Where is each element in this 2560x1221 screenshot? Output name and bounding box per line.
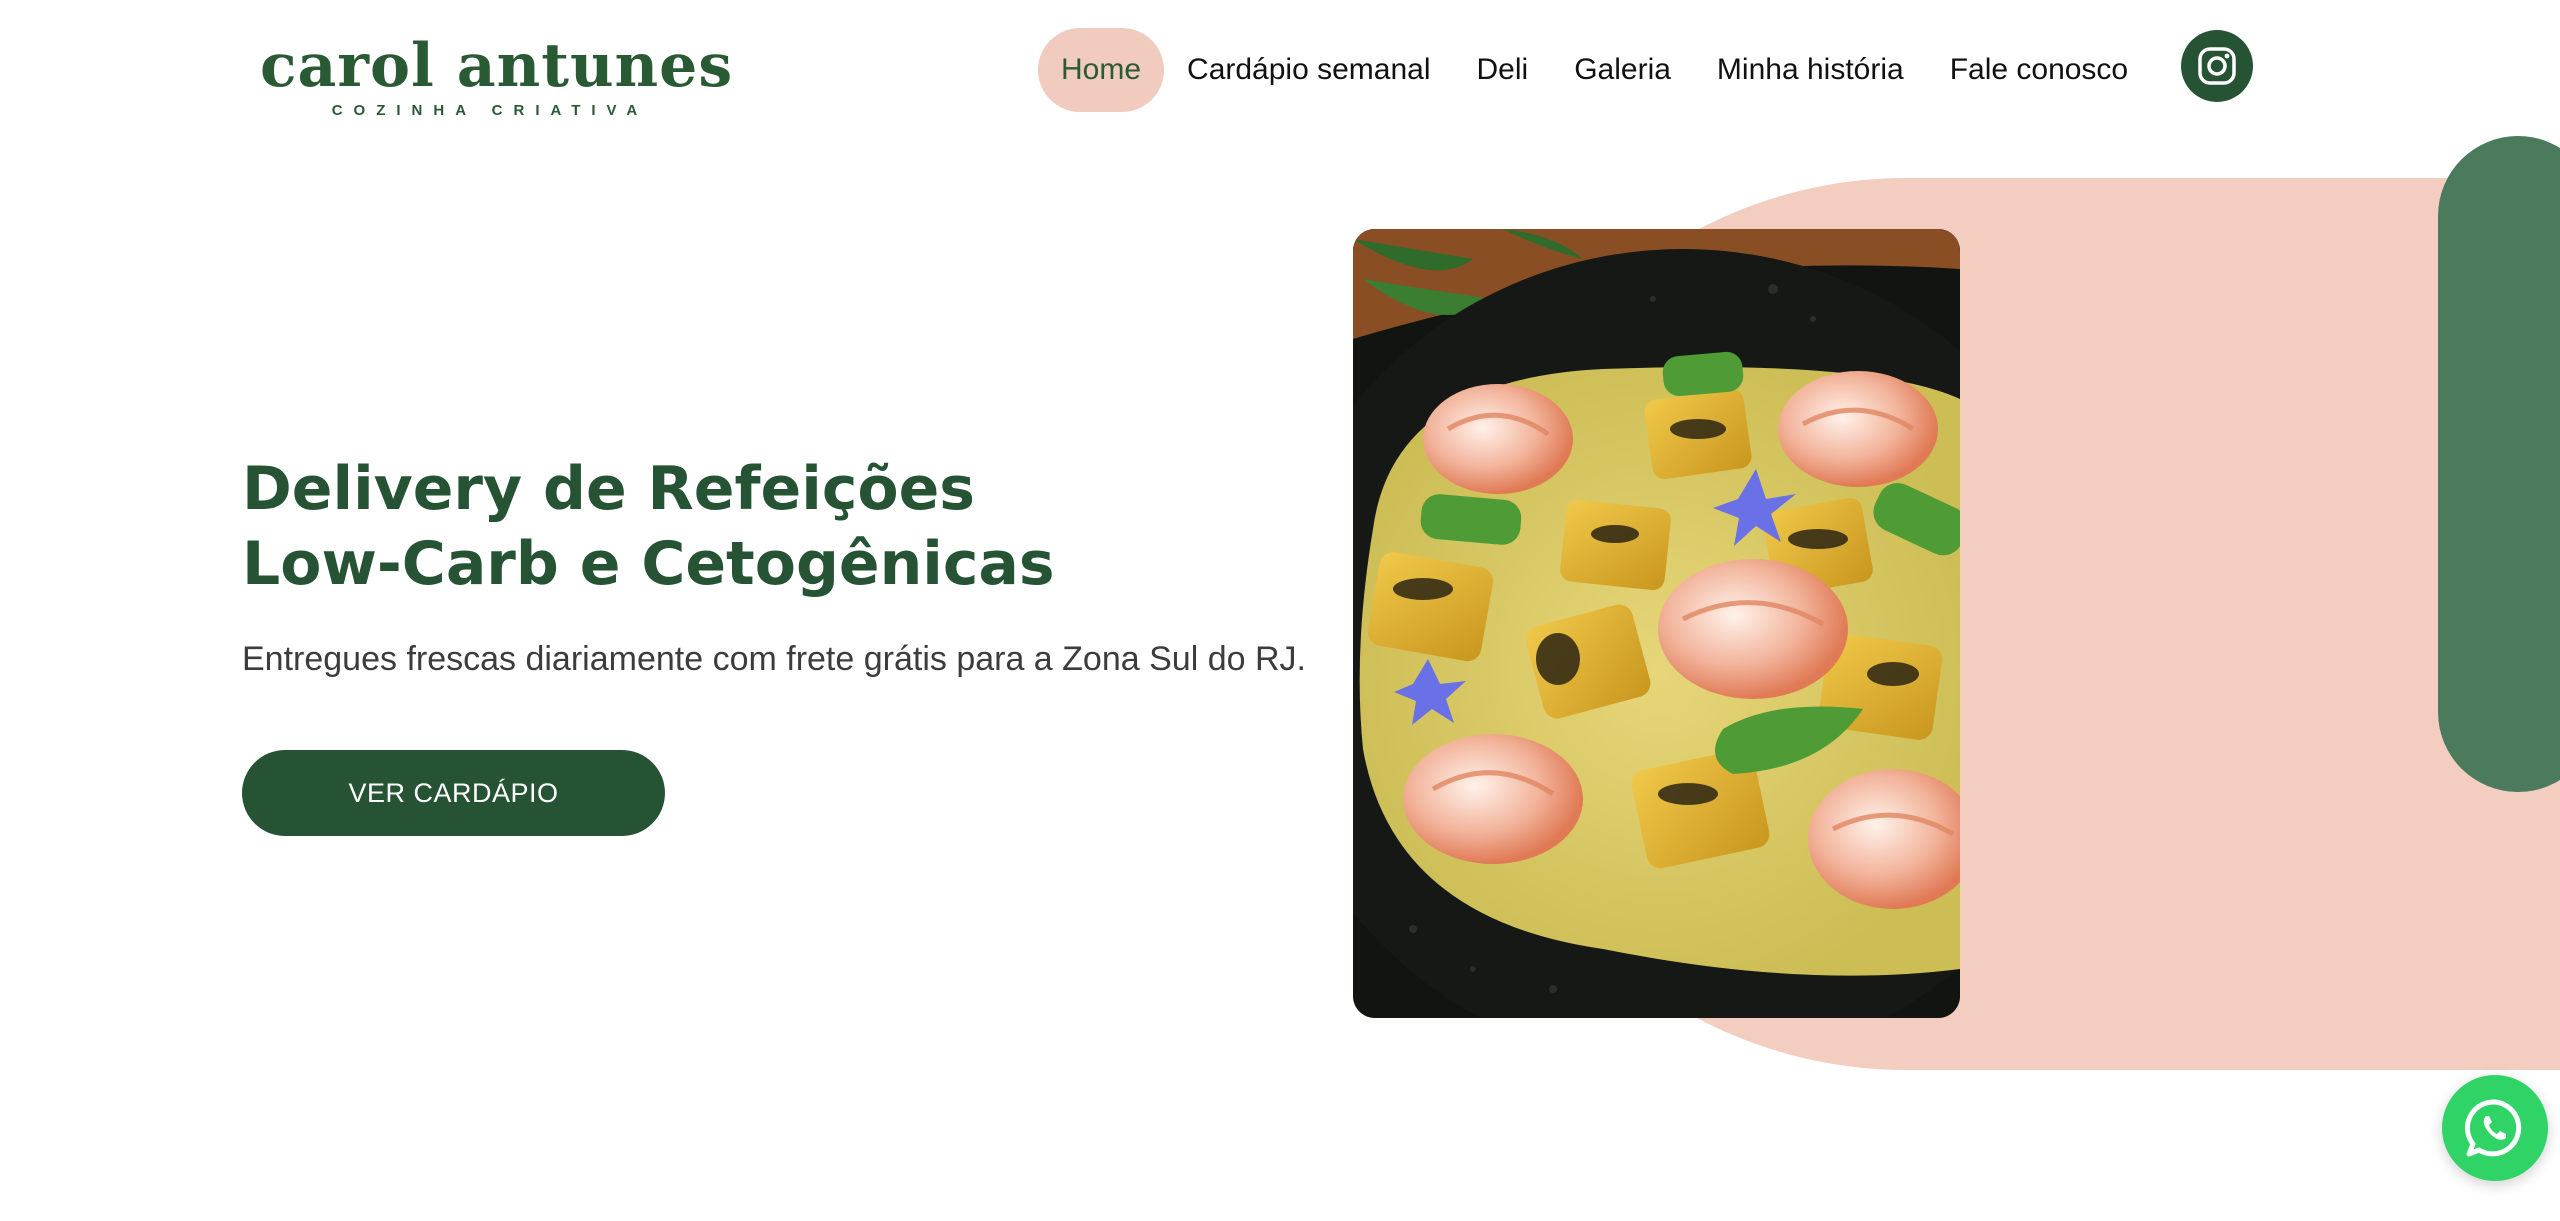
nav-item-deli[interactable]: Deli xyxy=(1454,28,1552,112)
hero-title: Delivery de Refeições Low-Carb e Cetogên… xyxy=(242,452,1055,602)
whatsapp-button[interactable] xyxy=(2442,1075,2548,1181)
nav-item-fale-conosco[interactable]: Fale conosco xyxy=(1927,28,2151,112)
food-plate-illustration xyxy=(1353,229,1960,1018)
brand-logo[interactable]: carol antunes COZINHA CRIATIVA xyxy=(260,31,734,119)
whatsapp-icon xyxy=(2464,1099,2522,1157)
hero-food-image xyxy=(1353,229,1960,1018)
nav-item-galeria[interactable]: Galeria xyxy=(1551,28,1694,112)
nav-item-minha-historia[interactable]: Minha história xyxy=(1694,28,1927,112)
hero-title-line-2: Low-Carb e Cetogênicas xyxy=(242,529,1055,599)
instagram-button[interactable] xyxy=(2181,30,2253,102)
brand-name: carol antunes xyxy=(260,31,734,101)
view-menu-button[interactable]: VER CARDÁPIO xyxy=(242,750,665,836)
instagram-icon xyxy=(2198,47,2236,85)
decorative-green-pill xyxy=(2438,136,2560,792)
nav-item-home[interactable]: Home xyxy=(1038,28,1165,112)
hero-subtitle: Entregues frescas diariamente com frete … xyxy=(242,640,1306,678)
nav-item-cardapio-semanal[interactable]: Cardápio semanal xyxy=(1164,28,1453,112)
main-nav: Home Cardápio semanal Deli Galeria Minha… xyxy=(1038,28,2151,112)
hero-title-line-1: Delivery de Refeições xyxy=(242,454,976,524)
brand-tagline: COZINHA CRIATIVA xyxy=(331,102,649,119)
